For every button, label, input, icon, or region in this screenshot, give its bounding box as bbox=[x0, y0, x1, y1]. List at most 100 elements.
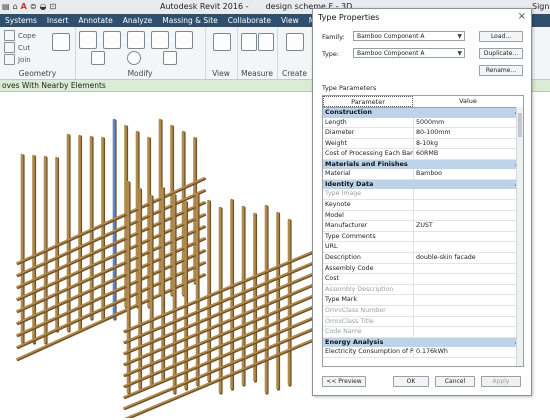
table-row[interactable]: OmniClass Title bbox=[323, 316, 523, 328]
view-icon[interactable] bbox=[213, 33, 231, 51]
parameter-value[interactable]: 80-100mm bbox=[414, 128, 523, 138]
copy-icon[interactable] bbox=[175, 31, 193, 49]
parameter-value[interactable] bbox=[414, 232, 523, 242]
group-label: Construction bbox=[325, 108, 372, 116]
parameter-value[interactable] bbox=[414, 295, 523, 305]
sign-in-link[interactable]: Sign bbox=[532, 2, 549, 11]
family-value: Bamboo Component A bbox=[357, 33, 425, 40]
3d-viewport[interactable] bbox=[0, 92, 330, 420]
load-button[interactable]: Load... bbox=[479, 31, 523, 42]
table-row[interactable]: Material Bamboo bbox=[323, 169, 523, 180]
table-row[interactable]: Electricity Consumption of P 0.176kWh bbox=[323, 347, 523, 358]
qat-icon[interactable]: A bbox=[21, 2, 27, 11]
parameter-value[interactable] bbox=[414, 264, 523, 274]
panel-label-geometry: Geometry bbox=[18, 69, 57, 78]
parameter-name: Length bbox=[323, 117, 414, 128]
table-row[interactable]: Code Name bbox=[323, 327, 523, 338]
offset-icon[interactable] bbox=[103, 31, 121, 49]
join-tool[interactable]: Join bbox=[4, 54, 31, 65]
table-row[interactable]: Length 5000mm bbox=[323, 117, 523, 129]
family-select[interactable]: Bamboo Component A ▼ bbox=[353, 31, 465, 41]
preview-button[interactable]: << Preview bbox=[322, 376, 366, 387]
qat-icon[interactable]: ⊜ bbox=[30, 2, 37, 11]
parameter-name: Model bbox=[323, 210, 414, 221]
group-header[interactable]: Energy Analysis▲ bbox=[323, 337, 523, 348]
parameter-value[interactable]: 60RMB bbox=[414, 149, 523, 159]
parameter-value[interactable] bbox=[414, 285, 523, 295]
cope-tool[interactable]: Cope bbox=[4, 30, 36, 41]
table-row[interactable]: Manufacturer ZUST bbox=[323, 221, 523, 232]
table-row[interactable]: Description double-skin facade bbox=[323, 253, 523, 264]
parameter-value[interactable] bbox=[414, 211, 523, 221]
table-row[interactable]: Weight 8-10kg bbox=[323, 138, 523, 150]
table-row[interactable]: URL bbox=[323, 242, 523, 254]
create-icon[interactable] bbox=[286, 33, 304, 51]
tab-collaborate[interactable]: Collaborate bbox=[223, 14, 276, 27]
parameter-value[interactable] bbox=[414, 200, 523, 210]
table-row[interactable]: Model bbox=[323, 210, 523, 222]
parameter-value[interactable] bbox=[414, 274, 523, 284]
tab-systems[interactable]: Systems bbox=[0, 14, 42, 27]
table-row[interactable]: Cost bbox=[323, 274, 523, 285]
parameter-value[interactable]: Bamboo bbox=[414, 169, 523, 179]
mirror-icon[interactable] bbox=[127, 31, 145, 49]
parameter-value[interactable] bbox=[414, 189, 523, 199]
parameter-value[interactable]: 5000mm bbox=[414, 118, 523, 128]
table-row[interactable]: Diameter 80-100mm bbox=[323, 128, 523, 139]
duplicate-button[interactable]: Duplicate... bbox=[479, 48, 523, 59]
parameter-value[interactable]: 0.176kWh bbox=[414, 347, 523, 357]
scrollbar[interactable] bbox=[516, 107, 523, 366]
panel-label-modify: Modify bbox=[127, 69, 153, 78]
parameter-name: Type Comments bbox=[323, 231, 414, 242]
ok-button[interactable]: OK bbox=[393, 376, 429, 387]
type-label: Type: bbox=[322, 50, 340, 58]
column-header-value[interactable]: Value bbox=[413, 96, 523, 107]
table-header: Parameter Value bbox=[323, 96, 523, 108]
table-row[interactable]: Assembly Code bbox=[323, 263, 523, 275]
apply-button[interactable]: Apply bbox=[481, 376, 521, 387]
table-row[interactable]: Keynote bbox=[323, 200, 523, 211]
panel-measure: Measure bbox=[237, 27, 278, 79]
parameter-value[interactable] bbox=[414, 242, 523, 252]
group-header[interactable]: Construction▲ bbox=[323, 108, 523, 118]
group-header[interactable]: Identity Data▲ bbox=[323, 179, 523, 190]
parameter-value[interactable] bbox=[414, 306, 523, 316]
trim-icon[interactable] bbox=[91, 51, 105, 65]
move-icon[interactable] bbox=[151, 31, 169, 49]
table-row[interactable]: Type Mark bbox=[323, 295, 523, 306]
align-icon[interactable] bbox=[79, 31, 97, 49]
column-header-parameter[interactable]: Parameter bbox=[323, 96, 413, 107]
geometry-tool-icon[interactable] bbox=[52, 33, 70, 51]
type-select[interactable]: Bamboo Component A ▼ bbox=[353, 48, 465, 58]
parameter-value[interactable]: ZUST bbox=[414, 221, 523, 231]
parameter-value[interactable] bbox=[414, 327, 523, 337]
scrollbar-thumb[interactable] bbox=[518, 113, 522, 137]
rotate-icon[interactable] bbox=[127, 51, 141, 65]
measure-icon[interactable] bbox=[241, 33, 257, 51]
rename-button[interactable]: Rename... bbox=[479, 65, 523, 76]
tab-massing-site[interactable]: Massing & Site bbox=[157, 14, 223, 27]
table-row[interactable]: Assembly Description bbox=[323, 284, 523, 296]
table-row[interactable]: Type Image bbox=[323, 189, 523, 201]
tab-view[interactable]: View bbox=[276, 14, 304, 27]
panel-label-measure: Measure bbox=[241, 69, 273, 78]
parameter-value[interactable]: double-skin facade bbox=[414, 253, 523, 263]
table-row[interactable]: Cost of Processing Each Bam 60RMB bbox=[323, 149, 523, 160]
parameter-value[interactable]: 8-10kg bbox=[414, 139, 523, 149]
dimension-icon[interactable] bbox=[258, 33, 274, 51]
qat-icon[interactable]: ⌂ bbox=[13, 2, 18, 11]
group-header[interactable]: Materials and Finishes▲ bbox=[323, 159, 523, 170]
table-row[interactable]: Type Comments bbox=[323, 231, 523, 243]
tab-annotate[interactable]: Annotate bbox=[73, 14, 117, 27]
close-icon[interactable]: × bbox=[518, 11, 526, 22]
qat-icon[interactable]: ◒ bbox=[40, 2, 47, 11]
tab-analyze[interactable]: Analyze bbox=[118, 14, 158, 27]
qat-icon[interactable]: ▤ bbox=[2, 2, 10, 11]
array-icon[interactable] bbox=[163, 51, 177, 65]
qat-icon[interactable]: ⊡ bbox=[50, 2, 57, 11]
parameter-value[interactable] bbox=[414, 317, 523, 327]
cut-tool[interactable]: Cut bbox=[4, 42, 30, 53]
table-row[interactable]: OmniClass Number bbox=[323, 306, 523, 317]
tab-insert[interactable]: Insert bbox=[42, 14, 74, 27]
cancel-button[interactable]: Cancel bbox=[435, 376, 475, 387]
